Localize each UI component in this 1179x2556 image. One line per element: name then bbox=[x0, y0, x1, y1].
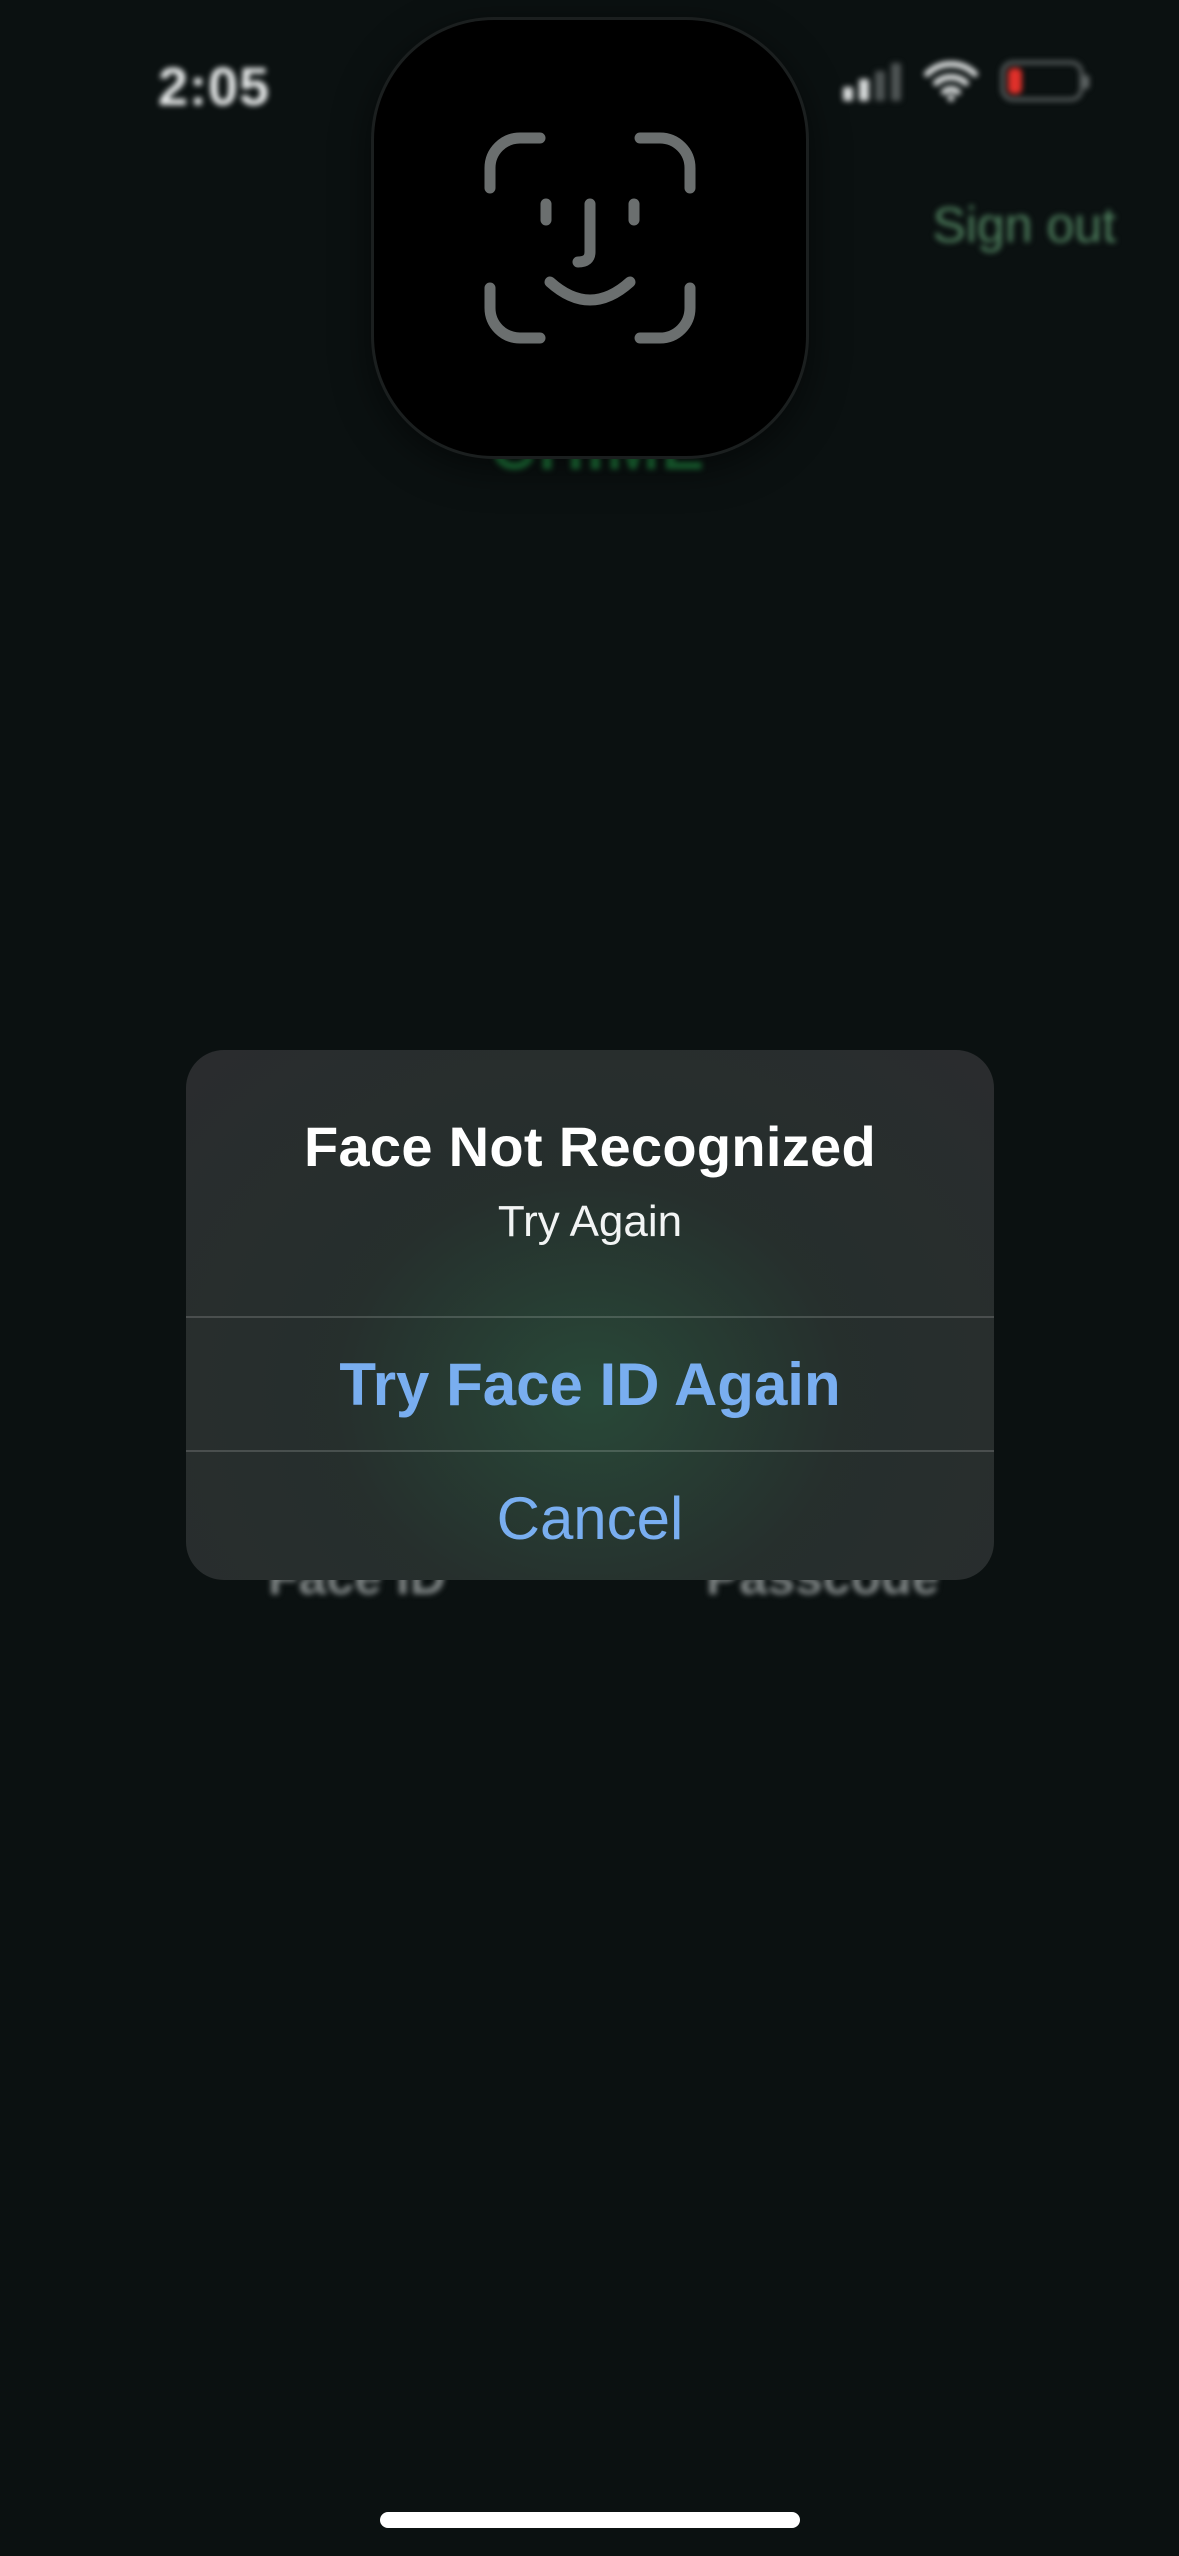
wifi-icon bbox=[924, 61, 978, 102]
cellular-signal-icon bbox=[843, 61, 901, 101]
face-not-recognized-alert: Face Not Recognized Try Again Try Face I… bbox=[186, 1050, 994, 1580]
face-id-hud bbox=[374, 20, 806, 456]
alert-title: Face Not Recognized bbox=[303, 1115, 877, 1178]
alert-message: Try Again bbox=[497, 1197, 683, 1246]
battery-level bbox=[1008, 68, 1022, 94]
home-indicator[interactable] bbox=[380, 2512, 800, 2528]
cancel-button[interactable]: Cancel bbox=[186, 1452, 994, 1580]
try-face-id-again-button[interactable]: Try Face ID Again bbox=[186, 1318, 994, 1450]
status-icons bbox=[843, 60, 1089, 102]
battery-icon bbox=[1001, 61, 1089, 101]
alert-header: Face Not Recognized Try Again bbox=[186, 1050, 994, 1316]
status-time: 2:05 bbox=[158, 57, 271, 117]
face-id-icon bbox=[484, 132, 696, 344]
sign-out-link[interactable]: Sign out bbox=[933, 196, 1116, 254]
